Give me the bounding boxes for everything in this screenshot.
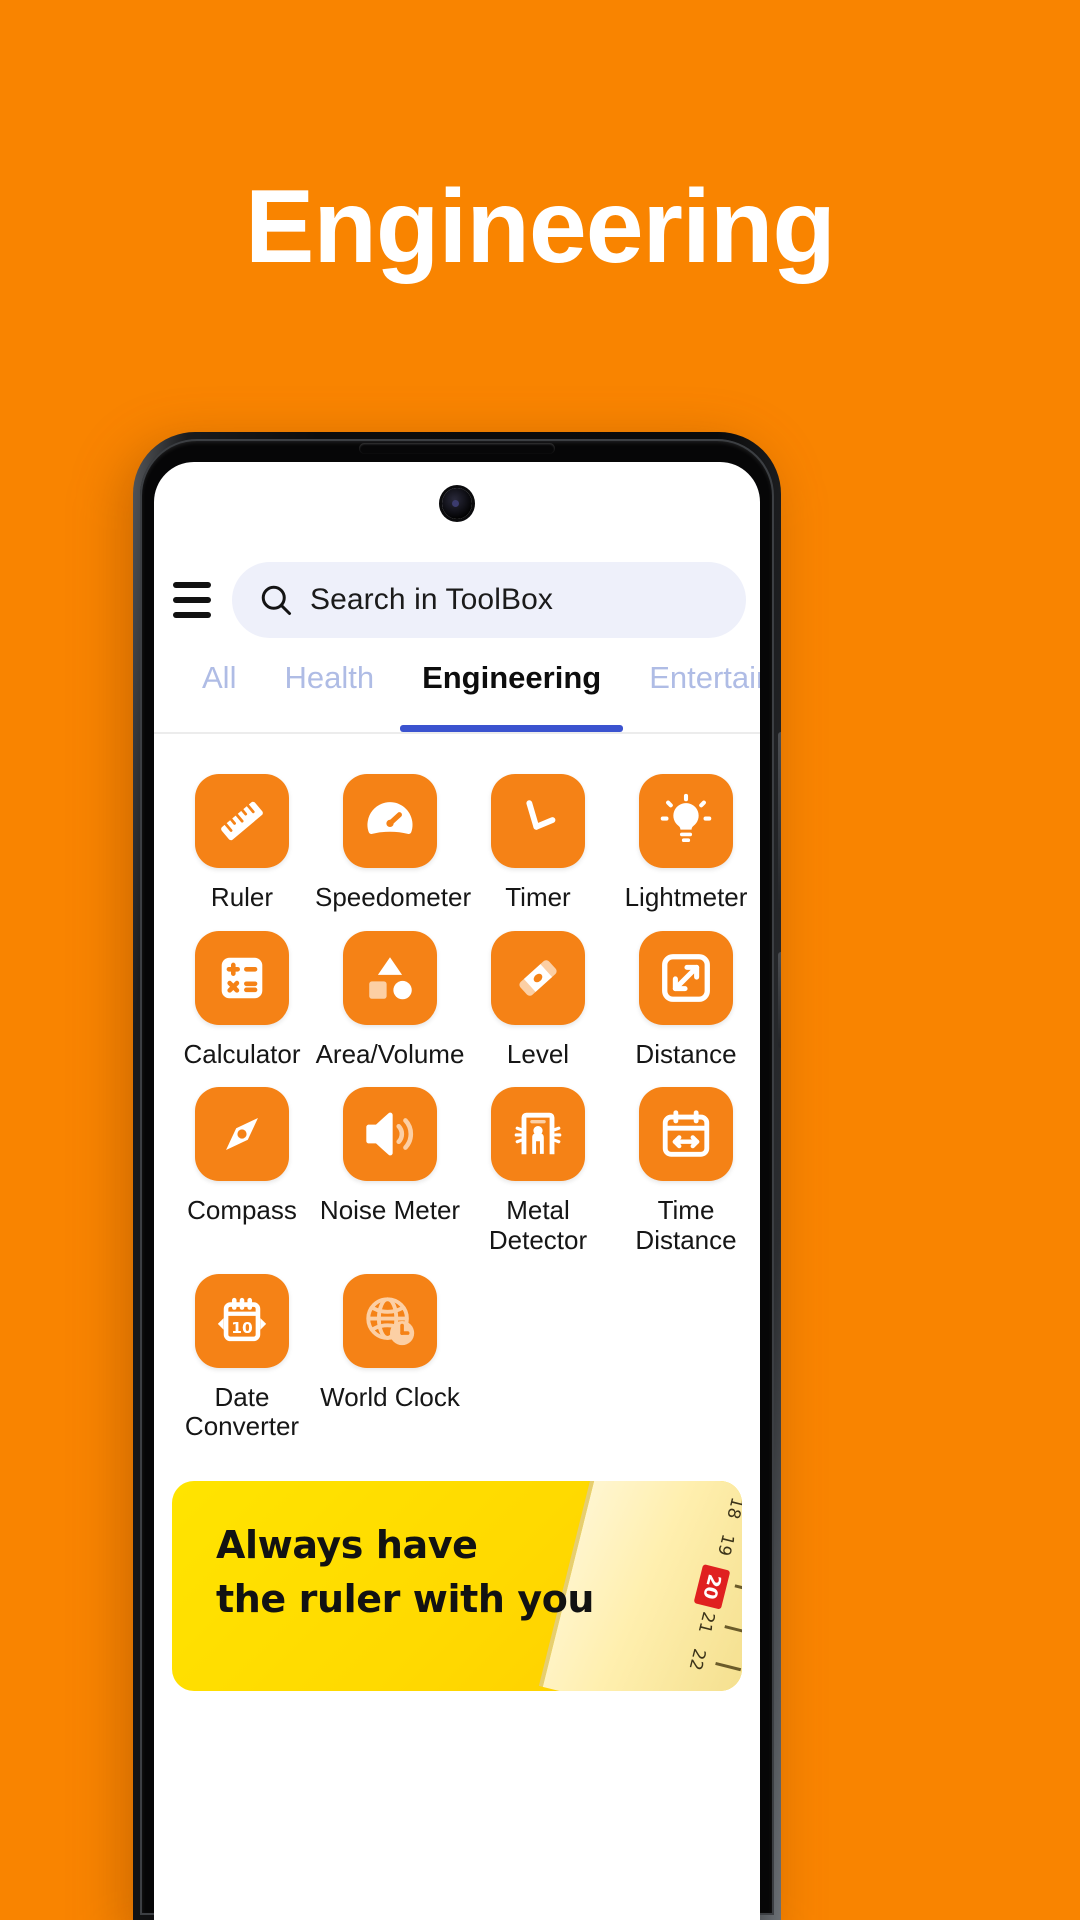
earpiece-speaker — [359, 443, 555, 454]
hamburger-bar — [173, 612, 211, 618]
tab-engineering[interactable]: Engineering — [398, 654, 625, 732]
bubble-level-icon — [491, 930, 585, 1025]
hamburger-bar — [173, 597, 211, 603]
search-icon — [258, 582, 294, 618]
calculator-icon — [195, 930, 289, 1025]
tool-tile-timer[interactable]: Timer — [464, 774, 612, 913]
tool-label: Level — [506, 1038, 570, 1069]
compass-icon — [195, 1087, 289, 1182]
tool-tile-distance[interactable]: Distance — [612, 930, 760, 1070]
tape-number: 18 — [722, 1495, 742, 1521]
tape-number: 22 — [684, 1646, 710, 1673]
diagonal-arrows-icon — [639, 930, 733, 1025]
tool-tile-calculator[interactable]: Calculator — [168, 930, 316, 1070]
tool-tile-level[interactable]: Level — [464, 930, 612, 1070]
lightbulb-icon — [639, 774, 733, 868]
tool-tile-time-distance[interactable]: Time Distance — [612, 1087, 760, 1255]
calendar-10-icon: 10 — [195, 1273, 289, 1368]
tool-label: Area/Volume — [315, 1038, 465, 1069]
tool-tile-metal-detector[interactable]: Metal Detector — [464, 1087, 612, 1255]
volume-button[interactable] — [778, 952, 781, 1048]
tool-label: Distance — [635, 1038, 737, 1069]
tool-label: Timer — [505, 882, 571, 912]
power-button[interactable] — [778, 732, 781, 910]
svg-text:10: 10 — [231, 1318, 253, 1336]
tab-health[interactable]: Health — [260, 654, 398, 732]
tape-highlight-number: 20 — [693, 1564, 731, 1610]
banner-line-1: Always have — [216, 1523, 478, 1567]
tape-number: 21 — [694, 1609, 719, 1636]
tool-tile-date-converter[interactable]: 10 Date Converter — [168, 1273, 316, 1442]
banner-line-2: the ruler with you — [216, 1576, 595, 1621]
calendar-arrows-icon — [639, 1087, 733, 1182]
tool-tile-lightmeter[interactable]: Lightmeter — [612, 774, 760, 913]
banner-headline: Always have the ruler with you — [216, 1519, 594, 1627]
tool-label: Ruler — [210, 882, 274, 912]
tool-tile-speedometer[interactable]: Speedometer — [315, 774, 472, 913]
tool-tile-area-volume[interactable]: Area/Volume — [315, 930, 465, 1070]
tools-grid: Ruler Speedometer Timer Lightmeter Calcu… — [154, 754, 760, 1442]
hamburger-bar — [173, 582, 211, 588]
front-camera-icon — [442, 488, 472, 519]
category-tabs[interactable]: All Health Engineering Entertainment O — [154, 654, 760, 732]
tool-tile-noise-meter[interactable]: Noise Meter — [316, 1087, 464, 1255]
phone-mockup: Search in ToolBox All Health Engineering… — [133, 432, 781, 1920]
globe-clock-icon — [343, 1273, 437, 1368]
phone-screen: Search in ToolBox All Health Engineering… — [154, 462, 760, 1920]
tool-label: Lightmeter — [624, 882, 748, 912]
search-placeholder: Search in ToolBox — [310, 583, 553, 616]
hamburger-icon[interactable] — [166, 574, 218, 626]
tool-tile-ruler[interactable]: Ruler — [168, 774, 316, 913]
tool-label: World Clock — [320, 1381, 460, 1412]
tool-label: Time Distance — [635, 1195, 737, 1255]
tool-tile-compass[interactable]: Compass — [168, 1087, 316, 1255]
tab-all[interactable]: All — [178, 654, 260, 732]
speaker-waves-icon — [343, 1087, 437, 1182]
tab-entertainment[interactable]: Entertainment — [625, 654, 760, 732]
page-title: Engineering — [245, 169, 836, 285]
metal-detector-gate-icon — [491, 1087, 585, 1182]
tool-label: Date Converter — [184, 1381, 300, 1442]
tape-number: 19 — [713, 1531, 739, 1558]
search-input[interactable]: Search in ToolBox — [232, 562, 746, 638]
tool-label: Metal Detector — [488, 1195, 588, 1255]
tool-tile-world-clock[interactable]: World Clock — [316, 1273, 464, 1442]
speedometer-icon — [343, 774, 437, 868]
app-header: Search in ToolBox — [154, 550, 760, 650]
tool-label: Speedometer — [315, 882, 472, 912]
shapes-icon — [343, 930, 437, 1025]
timer-clock-icon — [491, 774, 585, 868]
tool-label: Noise Meter — [319, 1195, 461, 1226]
promo-banner[interactable]: 18 19 20 21 22 Always have the ruler wit… — [172, 1481, 742, 1691]
ruler-icon — [195, 774, 289, 868]
tool-label: Calculator — [183, 1038, 301, 1069]
tool-label: Compass — [187, 1195, 297, 1226]
